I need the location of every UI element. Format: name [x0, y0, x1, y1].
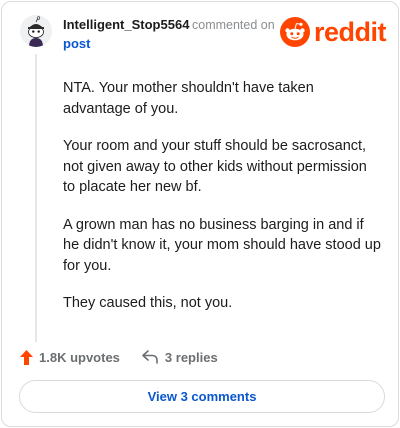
comment-actions: 1.8K upvotes 3 replies — [20, 346, 218, 368]
reddit-wordmark: reddit — [314, 17, 387, 47]
replies-button[interactable]: 3 replies — [142, 350, 218, 365]
avatar[interactable] — [20, 15, 52, 47]
comment-card: Intelligent_Stop5564 commented on post r… — [1, 1, 399, 427]
reply-arrow-icon — [142, 350, 158, 364]
comment-body: NTA. Your mother shouldn't have taken ad… — [63, 78, 381, 331]
thread-line[interactable] — [35, 54, 37, 342]
comment-action-text: commented on — [192, 18, 275, 32]
comment-paragraph: A grown man has no business barging in a… — [63, 216, 381, 274]
view-comments-button[interactable]: View 3 comments — [19, 380, 385, 413]
comment-paragraph: Your room and your stuff should be sacro… — [63, 138, 367, 195]
comment-username[interactable]: Intelligent_Stop5564 — [63, 17, 189, 32]
upvote-button[interactable]: 1.8K upvotes — [20, 349, 120, 365]
snoo-avatar-icon — [20, 15, 52, 47]
comment-paragraph: They caused this, not you. — [63, 295, 233, 311]
reddit-logo[interactable]: reddit — [280, 17, 387, 47]
replies-count: 3 replies — [164, 349, 218, 365]
upvote-arrow-icon — [20, 349, 33, 365]
post-link[interactable]: post — [63, 36, 90, 51]
upvote-count: 1.8K upvotes — [39, 349, 120, 365]
comment-paragraph: NTA. Your mother shouldn't have taken ad… — [63, 80, 314, 117]
reddit-snoo-icon — [280, 17, 310, 47]
